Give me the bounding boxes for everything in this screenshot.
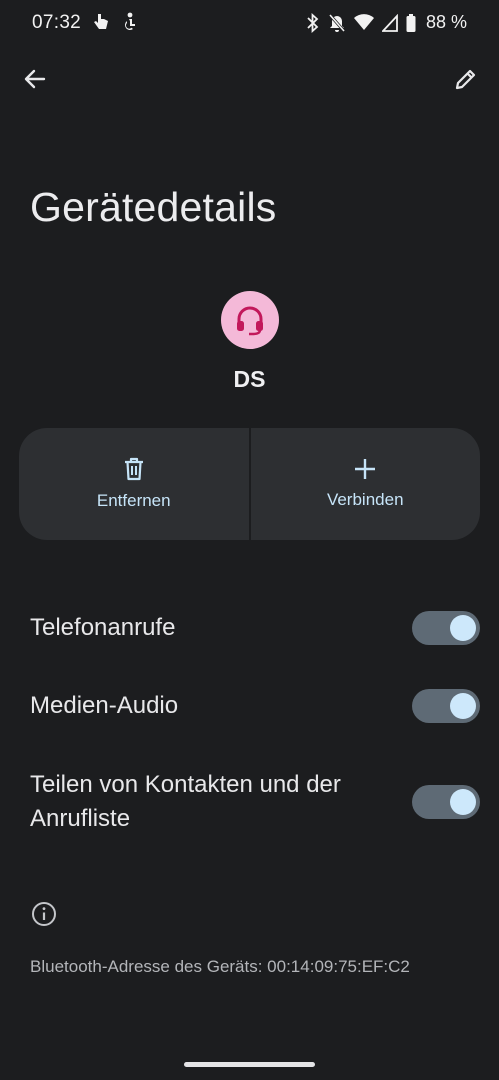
do-not-disturb-off-icon	[328, 13, 346, 32]
connect-button[interactable]: Verbinden	[248, 428, 480, 540]
toggle-knob	[450, 693, 476, 719]
battery-percent: 88 %	[425, 12, 467, 32]
toggle-knob	[450, 615, 476, 641]
status-left-icons	[92, 12, 138, 32]
contact-sharing-toggle[interactable]	[412, 785, 480, 819]
setting-phone-calls[interactable]: Telefonanrufe	[30, 611, 480, 645]
setting-media-audio[interactable]: Medien-Audio	[30, 689, 480, 723]
info-icon	[32, 902, 56, 926]
wifi-icon	[353, 13, 374, 30]
status-time: 07:32	[32, 12, 82, 33]
headset-icon	[237, 306, 263, 336]
accessibility-icon	[125, 12, 135, 30]
back-button[interactable]	[20, 64, 50, 94]
device-avatar	[221, 291, 279, 349]
navigation-handle[interactable]	[184, 1062, 315, 1067]
device-name: DS	[233, 366, 266, 392]
remove-button-label: Entfernen	[96, 491, 171, 510]
arrow-back-icon	[24, 69, 46, 89]
remove-button[interactable]: Entfernen	[19, 428, 249, 540]
plus-icon	[355, 459, 376, 479]
device-details-screen: 07:32 88 % Gerätedetails DS Entfernen Ve…	[0, 0, 499, 1080]
media-audio-toggle[interactable]	[412, 689, 480, 723]
setting-label: Medien-Audio	[30, 692, 179, 719]
status-bar: 07:32 88 %	[0, 0, 499, 46]
toggle-knob	[450, 789, 476, 815]
setting-contact-sharing[interactable]: Teilen von Kontakten und der Anrufliste	[30, 768, 480, 836]
hand-gesture-icon	[94, 14, 108, 29]
pencil-icon	[455, 69, 476, 90]
edit-button[interactable]	[451, 64, 481, 94]
trash-icon	[124, 457, 143, 481]
status-right-icons: 88 %	[306, 12, 467, 33]
battery-icon	[406, 13, 416, 32]
bluetooth-address: Bluetooth-Adresse des Geräts: 00:14:09:7…	[30, 957, 410, 976]
page-title: Gerätedetails	[30, 184, 277, 230]
phone-calls-toggle[interactable]	[412, 611, 480, 645]
setting-label: Teilen von Kontakten und der Anrufliste	[30, 771, 341, 832]
setting-label: Telefonanrufe	[30, 614, 176, 641]
action-bar: Entfernen Verbinden	[19, 428, 480, 540]
connect-button-label: Verbinden	[326, 490, 404, 509]
signal-icon	[381, 13, 398, 32]
bluetooth-icon	[307, 12, 319, 33]
